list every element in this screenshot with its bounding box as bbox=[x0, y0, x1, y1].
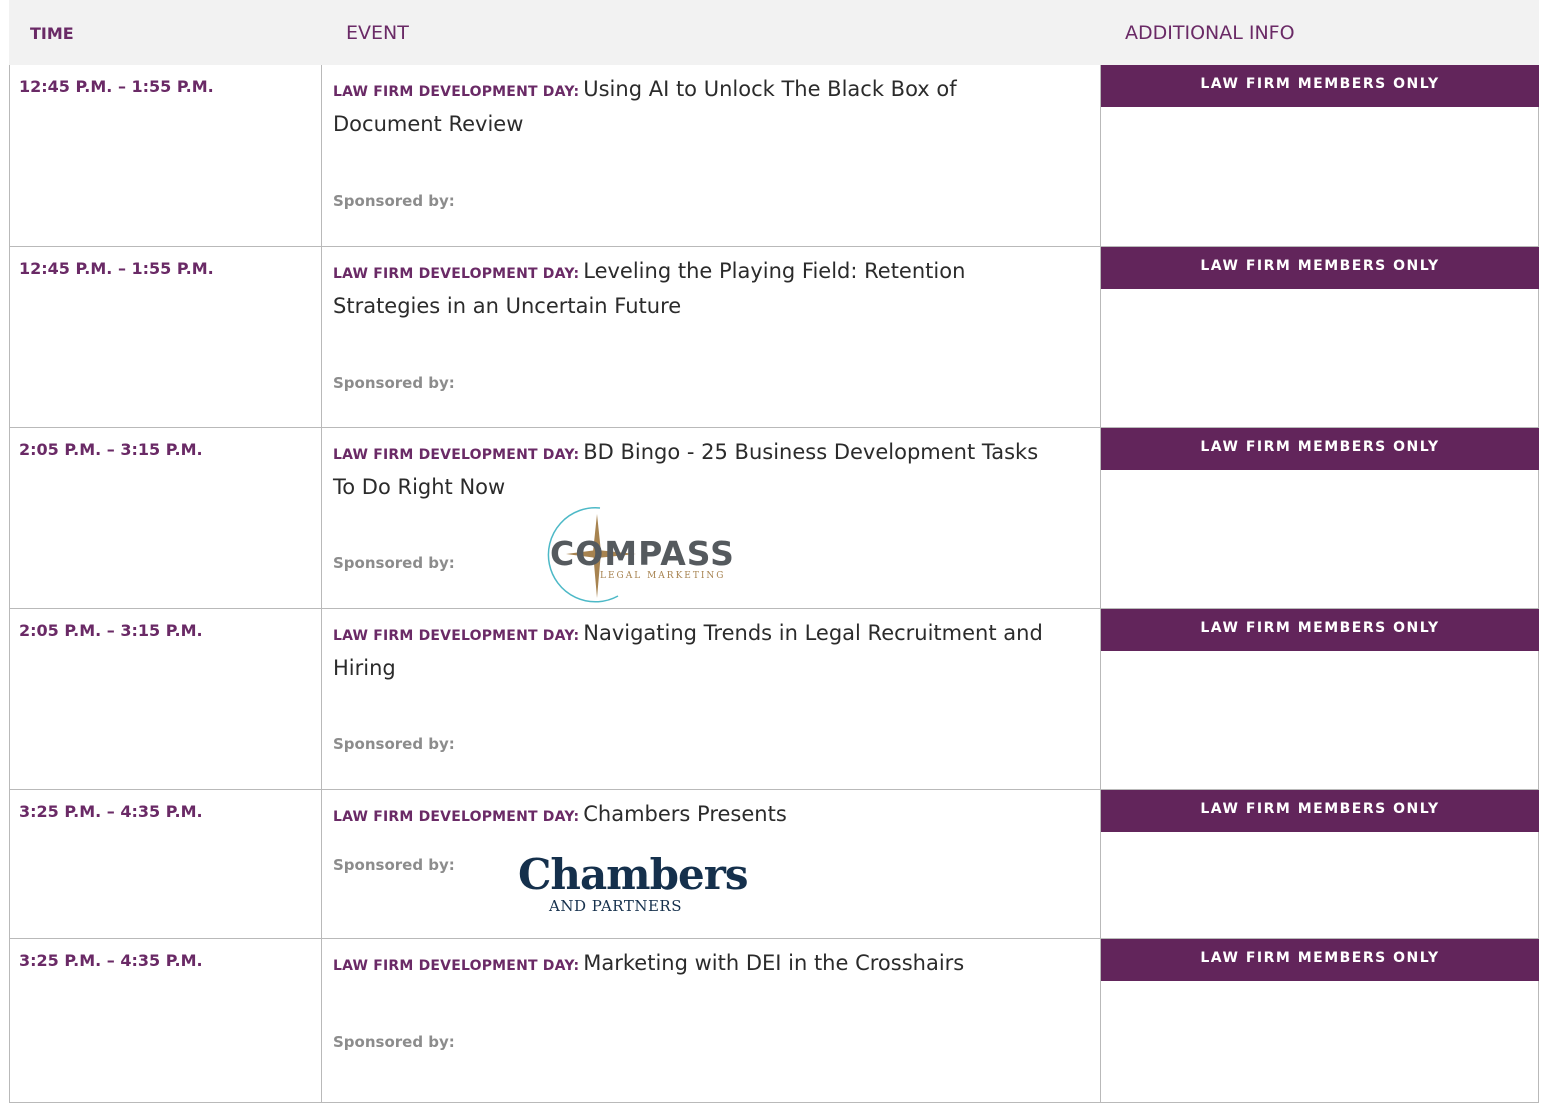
session-time: 12:45 P.M. – 1:55 P.M. bbox=[19, 259, 214, 278]
event-title[interactable]: LAW FIRM DEVELOPMENT DAY: Marketing with … bbox=[333, 947, 1053, 982]
event-title[interactable]: LAW FIRM DEVELOPMENT DAY: Chambers Presen… bbox=[333, 798, 1053, 833]
additional-info-cell: LAW FIRM MEMBERS ONLY bbox=[1101, 790, 1539, 938]
event-track-label: LAW FIRM DEVELOPMENT DAY: bbox=[333, 84, 580, 100]
event-title[interactable]: LAW FIRM DEVELOPMENT DAY: Navigating Tren… bbox=[333, 617, 1053, 684]
sponsored-by-label: Sponsored by: bbox=[333, 856, 455, 874]
event-track-label: LAW FIRM DEVELOPMENT DAY: bbox=[333, 809, 580, 825]
event-cell: LAW FIRM DEVELOPMENT DAY: BD Bingo - 25 B… bbox=[322, 428, 1101, 608]
time-cell: 12:45 P.M. – 1:55 P.M. bbox=[10, 247, 322, 427]
event-cell: LAW FIRM DEVELOPMENT DAY: Chambers Presen… bbox=[322, 790, 1101, 938]
header-additional-info: ADDITIONAL INFO bbox=[1125, 22, 1295, 44]
event-cell: LAW FIRM DEVELOPMENT DAY: Navigating Tren… bbox=[322, 609, 1101, 789]
session-time: 2:05 P.M. – 3:15 P.M. bbox=[19, 621, 203, 640]
table-row: 2:05 P.M. – 3:15 P.M. LAW FIRM DEVELOPME… bbox=[9, 609, 1539, 790]
event-track-label: LAW FIRM DEVELOPMENT DAY: bbox=[333, 958, 580, 974]
time-cell: 3:25 P.M. – 4:35 P.M. bbox=[10, 939, 322, 1102]
sponsored-by-label: Sponsored by: bbox=[333, 1033, 455, 1051]
header-event: EVENT bbox=[346, 22, 409, 44]
event-cell: LAW FIRM DEVELOPMENT DAY: Leveling the Pl… bbox=[322, 247, 1101, 427]
time-cell: 12:45 P.M. – 1:55 P.M. bbox=[10, 65, 322, 246]
event-title[interactable]: LAW FIRM DEVELOPMENT DAY: BD Bingo - 25 B… bbox=[333, 436, 1053, 503]
event-track-label: LAW FIRM DEVELOPMENT DAY: bbox=[333, 266, 580, 282]
header-time: TIME bbox=[30, 24, 74, 43]
members-only-badge: LAW FIRM MEMBERS ONLY bbox=[1101, 609, 1539, 651]
compass-legal-marketing-logo[interactable]: COMPASS LEGAL MARKETING bbox=[540, 506, 734, 606]
session-time: 3:25 P.M. – 4:35 P.M. bbox=[19, 951, 203, 970]
members-only-badge: LAW FIRM MEMBERS ONLY bbox=[1101, 428, 1539, 470]
event-cell: LAW FIRM DEVELOPMENT DAY: Using AI to Unl… bbox=[322, 65, 1101, 246]
additional-info-cell: LAW FIRM MEMBERS ONLY bbox=[1101, 65, 1539, 246]
table-row: 3:25 P.M. – 4:35 P.M. LAW FIRM DEVELOPME… bbox=[9, 939, 1539, 1103]
compass-logo-subtitle: LEGAL MARKETING bbox=[600, 571, 726, 581]
members-only-badge: LAW FIRM MEMBERS ONLY bbox=[1101, 247, 1539, 289]
table-row: 12:45 P.M. – 1:55 P.M. LAW FIRM DEVELOPM… bbox=[9, 65, 1539, 247]
compass-logo-word: COMPASS bbox=[550, 534, 735, 573]
members-only-badge: LAW FIRM MEMBERS ONLY bbox=[1101, 939, 1539, 981]
table-row: 2:05 P.M. – 3:15 P.M. LAW FIRM DEVELOPME… bbox=[9, 428, 1539, 609]
additional-info-cell: LAW FIRM MEMBERS ONLY bbox=[1101, 247, 1539, 427]
event-name: Marketing with DEI in the Crosshairs bbox=[583, 951, 965, 975]
chambers-logo-subtitle: AND PARTNERS bbox=[549, 897, 682, 915]
sponsored-by-label: Sponsored by: bbox=[333, 735, 455, 753]
event-cell: LAW FIRM DEVELOPMENT DAY: Marketing with … bbox=[322, 939, 1101, 1102]
chambers-logo-word: Chambers bbox=[518, 850, 748, 899]
table-row: 3:25 P.M. – 4:35 P.M. LAW FIRM DEVELOPME… bbox=[9, 790, 1539, 939]
event-name: Chambers Presents bbox=[583, 802, 787, 826]
members-only-badge: LAW FIRM MEMBERS ONLY bbox=[1101, 65, 1539, 107]
time-cell: 3:25 P.M. – 4:35 P.M. bbox=[10, 790, 322, 938]
sponsored-by-label: Sponsored by: bbox=[333, 554, 455, 572]
additional-info-cell: LAW FIRM MEMBERS ONLY bbox=[1101, 428, 1539, 608]
sponsored-by-label: Sponsored by: bbox=[333, 374, 455, 392]
sponsored-by-label: Sponsored by: bbox=[333, 192, 455, 210]
session-time: 3:25 P.M. – 4:35 P.M. bbox=[19, 802, 203, 821]
table-row: 12:45 P.M. – 1:55 P.M. LAW FIRM DEVELOPM… bbox=[9, 247, 1539, 428]
additional-info-cell: LAW FIRM MEMBERS ONLY bbox=[1101, 609, 1539, 789]
event-track-label: LAW FIRM DEVELOPMENT DAY: bbox=[333, 447, 580, 463]
event-title[interactable]: LAW FIRM DEVELOPMENT DAY: Using AI to Unl… bbox=[333, 73, 1053, 140]
event-track-label: LAW FIRM DEVELOPMENT DAY: bbox=[333, 628, 580, 644]
chambers-and-partners-logo[interactable]: Chambers AND PARTNERS bbox=[518, 850, 758, 925]
event-title[interactable]: LAW FIRM DEVELOPMENT DAY: Leveling the Pl… bbox=[333, 255, 1053, 322]
session-time: 12:45 P.M. – 1:55 P.M. bbox=[19, 77, 214, 96]
members-only-badge: LAW FIRM MEMBERS ONLY bbox=[1101, 790, 1539, 832]
session-time: 2:05 P.M. – 3:15 P.M. bbox=[19, 440, 203, 459]
time-cell: 2:05 P.M. – 3:15 P.M. bbox=[10, 428, 322, 608]
table-header: TIME EVENT ADDITIONAL INFO bbox=[9, 0, 1539, 65]
additional-info-cell: LAW FIRM MEMBERS ONLY bbox=[1101, 939, 1539, 1102]
time-cell: 2:05 P.M. – 3:15 P.M. bbox=[10, 609, 322, 789]
